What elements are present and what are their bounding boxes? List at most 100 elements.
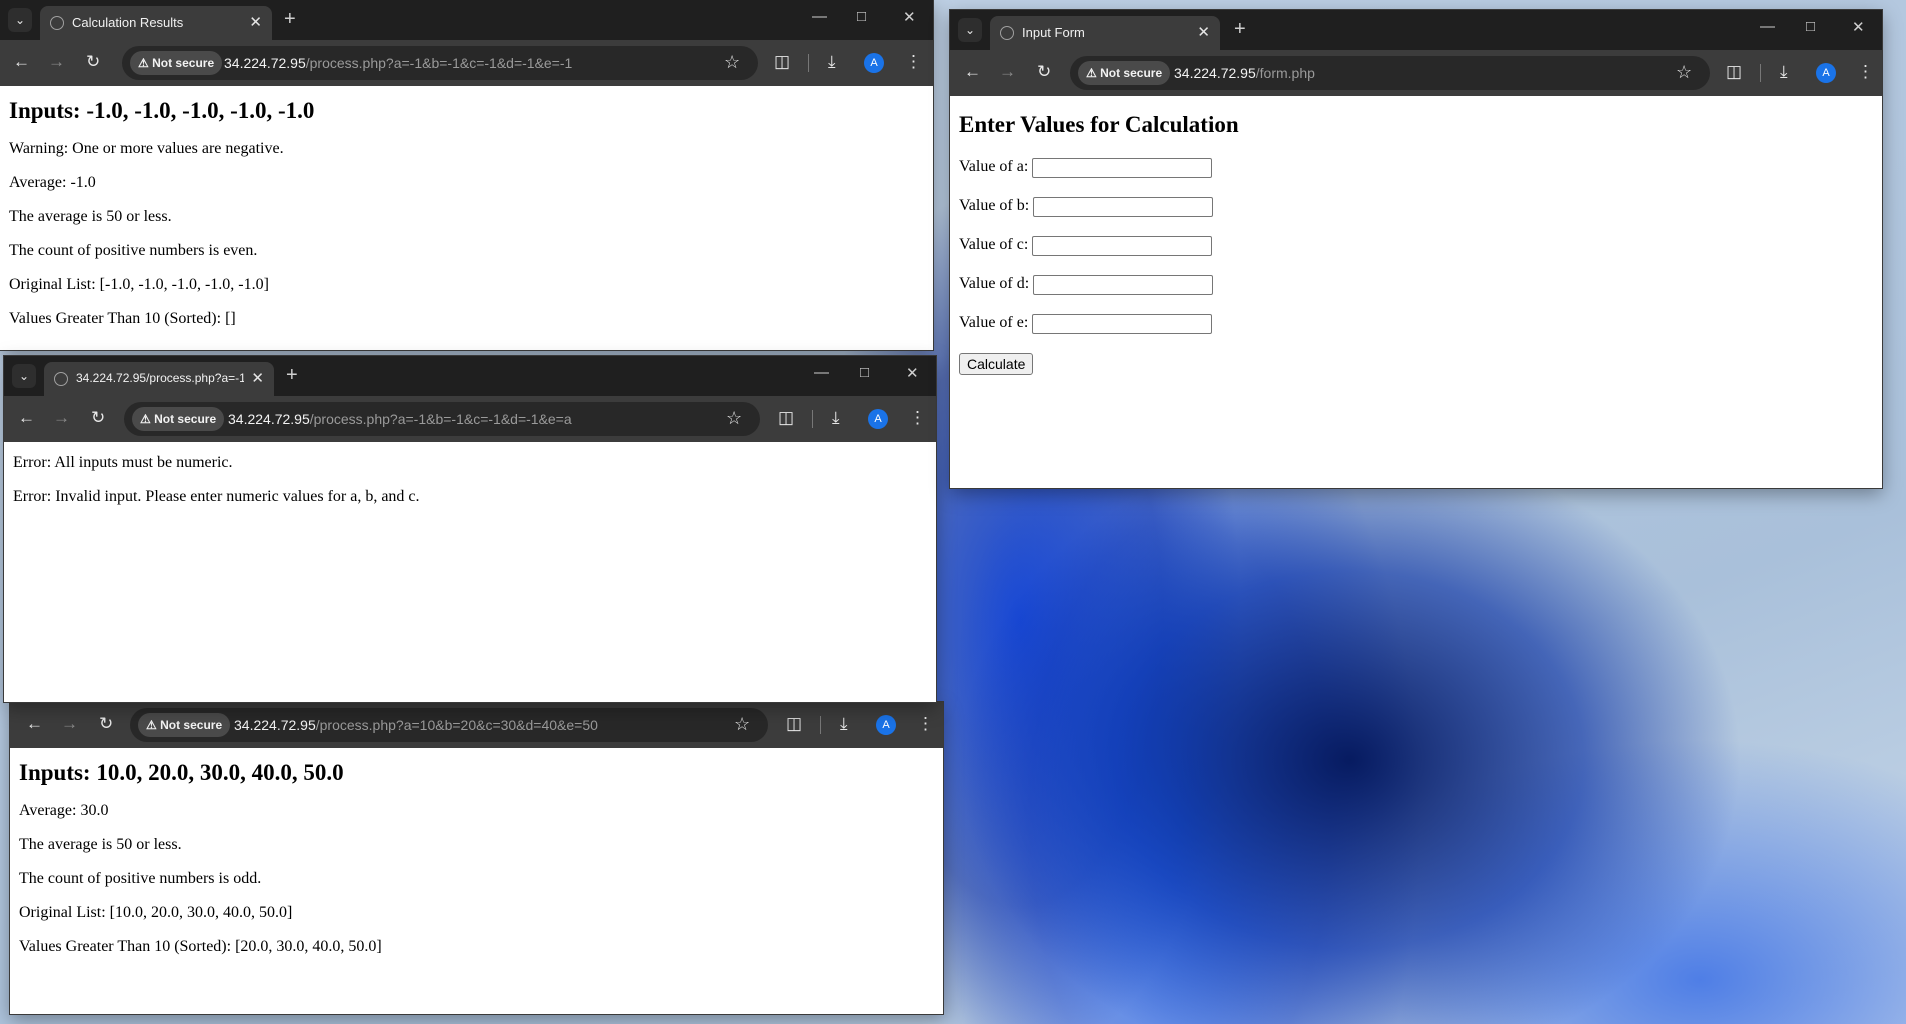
toolbar: ← → ↻ ⚠ Not secure 34.224.72.95/process.…	[10, 702, 943, 748]
field-c: Value of c:	[959, 236, 1873, 275]
avatar[interactable]: A	[876, 715, 896, 735]
download-icon[interactable]: ⤓	[840, 714, 848, 734]
menu-icon[interactable]: ⋮	[917, 714, 934, 734]
warning-icon: ⚠	[146, 718, 157, 732]
star-icon[interactable]: ☆	[726, 408, 742, 429]
input-e[interactable]	[1032, 314, 1213, 334]
tab-search-icon[interactable]: ⌄	[12, 364, 36, 388]
field-e: Value of e:	[959, 314, 1873, 353]
security-label: Not secure	[160, 718, 223, 732]
menu-icon[interactable]: ⋮	[905, 52, 922, 72]
tab-strip: ⌄ Input Form ✕ + — □ ✕	[950, 10, 1882, 50]
page-content: Enter Values for Calculation Value of a:…	[950, 96, 1882, 379]
download-icon[interactable]: ⤓	[1780, 62, 1788, 82]
page-content: Inputs: -1.0, -1.0, -1.0, -1.0, -1.0 War…	[0, 86, 933, 348]
tab-search-icon[interactable]: ⌄	[8, 8, 32, 32]
avatar[interactable]: A	[868, 409, 888, 429]
toolbar: ← → ↻ ⚠ Not secure 34.224.72.95/process.…	[4, 396, 936, 442]
input-a[interactable]	[1032, 158, 1213, 178]
security-chip[interactable]: ⚠ Not secure	[1078, 61, 1171, 85]
result-line: Average: 30.0	[19, 802, 109, 819]
back-arrow-icon[interactable]: ←	[964, 62, 981, 82]
back-arrow-icon[interactable]: ←	[18, 408, 35, 428]
extensions-icon[interactable]: ◫	[774, 52, 790, 72]
warning-icon: ⚠	[140, 412, 151, 426]
address-bar[interactable]: ⚠ Not secure 34.224.72.95/process.php?a=…	[122, 46, 758, 80]
url-host: 34.224.72.95	[224, 55, 306, 71]
star-icon[interactable]: ☆	[734, 714, 750, 735]
url-path: /process.php?a=-1&b=-1&c=-1&d=-1&e=-1	[305, 55, 573, 71]
back-arrow-icon[interactable]: ←	[13, 52, 30, 72]
address-bar[interactable]: ⚠ Not secure 34.224.72.95/process.php?a=…	[124, 402, 760, 436]
reload-icon[interactable]: ↻	[86, 52, 100, 72]
security-chip[interactable]: ⚠ Not secure	[130, 51, 223, 75]
avatar[interactable]: A	[864, 53, 884, 73]
address-bar[interactable]: ⚠ Not secure 34.224.72.95/process.php?a=…	[130, 708, 768, 742]
close-icon[interactable]: ✕	[1197, 23, 1210, 41]
url-text: 34.224.72.95/process.php?a=-1&b=-1&c=-1&…	[228, 411, 572, 427]
reload-icon[interactable]: ↻	[99, 714, 113, 734]
field-label: Value of a:	[959, 158, 1029, 175]
plus-icon[interactable]: +	[284, 8, 296, 31]
result-line: The count of positive numbers is even.	[9, 242, 258, 259]
field-label: Value of b:	[959, 197, 1030, 214]
address-bar[interactable]: ⚠ Not secure 34.224.72.95/form.php ☆	[1070, 56, 1710, 90]
input-b[interactable]	[1033, 197, 1214, 217]
input-c[interactable]	[1032, 236, 1213, 256]
field-label: Value of d:	[959, 275, 1030, 292]
back-arrow-icon[interactable]: ←	[26, 714, 43, 734]
tab-input-form[interactable]: Input Form ✕	[990, 16, 1220, 50]
tab-strip: ⌄ Calculation Results ✕ + — □ ✕	[0, 0, 933, 40]
close-window-icon[interactable]: ✕	[1852, 18, 1865, 36]
tab-process[interactable]: 34.224.72.95/process.php?a=-1 ✕	[44, 362, 274, 396]
close-icon[interactable]: ✕	[249, 13, 262, 31]
maximize-icon[interactable]: □	[860, 364, 869, 381]
plus-icon[interactable]: +	[286, 364, 298, 387]
menu-icon[interactable]: ⋮	[1857, 62, 1874, 82]
close-icon[interactable]: ✕	[251, 369, 264, 387]
star-icon[interactable]: ☆	[1676, 62, 1692, 83]
browser-window-error: ⌄ 34.224.72.95/process.php?a=-1 ✕ + — □ …	[4, 356, 936, 702]
tab-calculation-results[interactable]: Calculation Results ✕	[40, 6, 272, 40]
extensions-icon[interactable]: ◫	[778, 408, 794, 428]
forward-arrow-icon[interactable]: →	[61, 714, 78, 734]
security-label: Not secure	[1100, 66, 1163, 80]
browser-window-input-form: ⌄ Input Form ✕ + — □ ✕ ← → ↻ ⚠ Not secur…	[950, 10, 1882, 488]
minimize-icon[interactable]: —	[812, 8, 827, 25]
maximize-icon[interactable]: □	[1806, 18, 1815, 35]
field-a: Value of a:	[959, 158, 1873, 197]
plus-icon[interactable]: +	[1234, 18, 1246, 41]
input-d[interactable]	[1033, 275, 1214, 295]
calculate-button[interactable]: Calculate	[959, 353, 1034, 375]
forward-arrow-icon[interactable]: →	[999, 62, 1016, 82]
url-host: 34.224.72.95	[228, 411, 310, 427]
menu-icon[interactable]: ⋮	[909, 408, 926, 428]
close-window-icon[interactable]: ✕	[906, 364, 919, 382]
globe-icon	[1000, 26, 1014, 40]
field-b: Value of b:	[959, 197, 1873, 236]
reload-icon[interactable]: ↻	[91, 408, 105, 428]
maximize-icon[interactable]: □	[857, 8, 866, 25]
extensions-icon[interactable]: ◫	[1726, 62, 1742, 82]
url-path: /form.php	[1255, 65, 1315, 81]
minimize-icon[interactable]: —	[814, 364, 829, 381]
security-chip[interactable]: ⚠ Not secure	[138, 713, 231, 737]
forward-arrow-icon[interactable]: →	[53, 408, 70, 428]
minimize-icon[interactable]: —	[1760, 18, 1775, 35]
url-host: 34.224.72.95	[234, 717, 316, 733]
download-icon[interactable]: ⤓	[828, 52, 836, 72]
star-icon[interactable]: ☆	[724, 52, 740, 73]
close-window-icon[interactable]: ✕	[903, 8, 916, 26]
toolbar-divider	[812, 410, 813, 428]
forward-arrow-icon[interactable]: →	[48, 52, 65, 72]
tab-title: Input Form	[1022, 25, 1085, 40]
result-line: The average is 50 or less.	[19, 836, 182, 853]
extensions-icon[interactable]: ◫	[786, 714, 802, 734]
avatar[interactable]: A	[1816, 63, 1836, 83]
tab-search-icon[interactable]: ⌄	[958, 18, 982, 42]
page-heading: Inputs: 10.0, 20.0, 30.0, 40.0, 50.0	[19, 760, 344, 785]
reload-icon[interactable]: ↻	[1037, 62, 1051, 82]
toolbar: ← → ↻ ⚠ Not secure 34.224.72.95/process.…	[0, 40, 933, 86]
security-chip[interactable]: ⚠ Not secure	[132, 407, 225, 431]
download-icon[interactable]: ⤓	[832, 408, 840, 428]
